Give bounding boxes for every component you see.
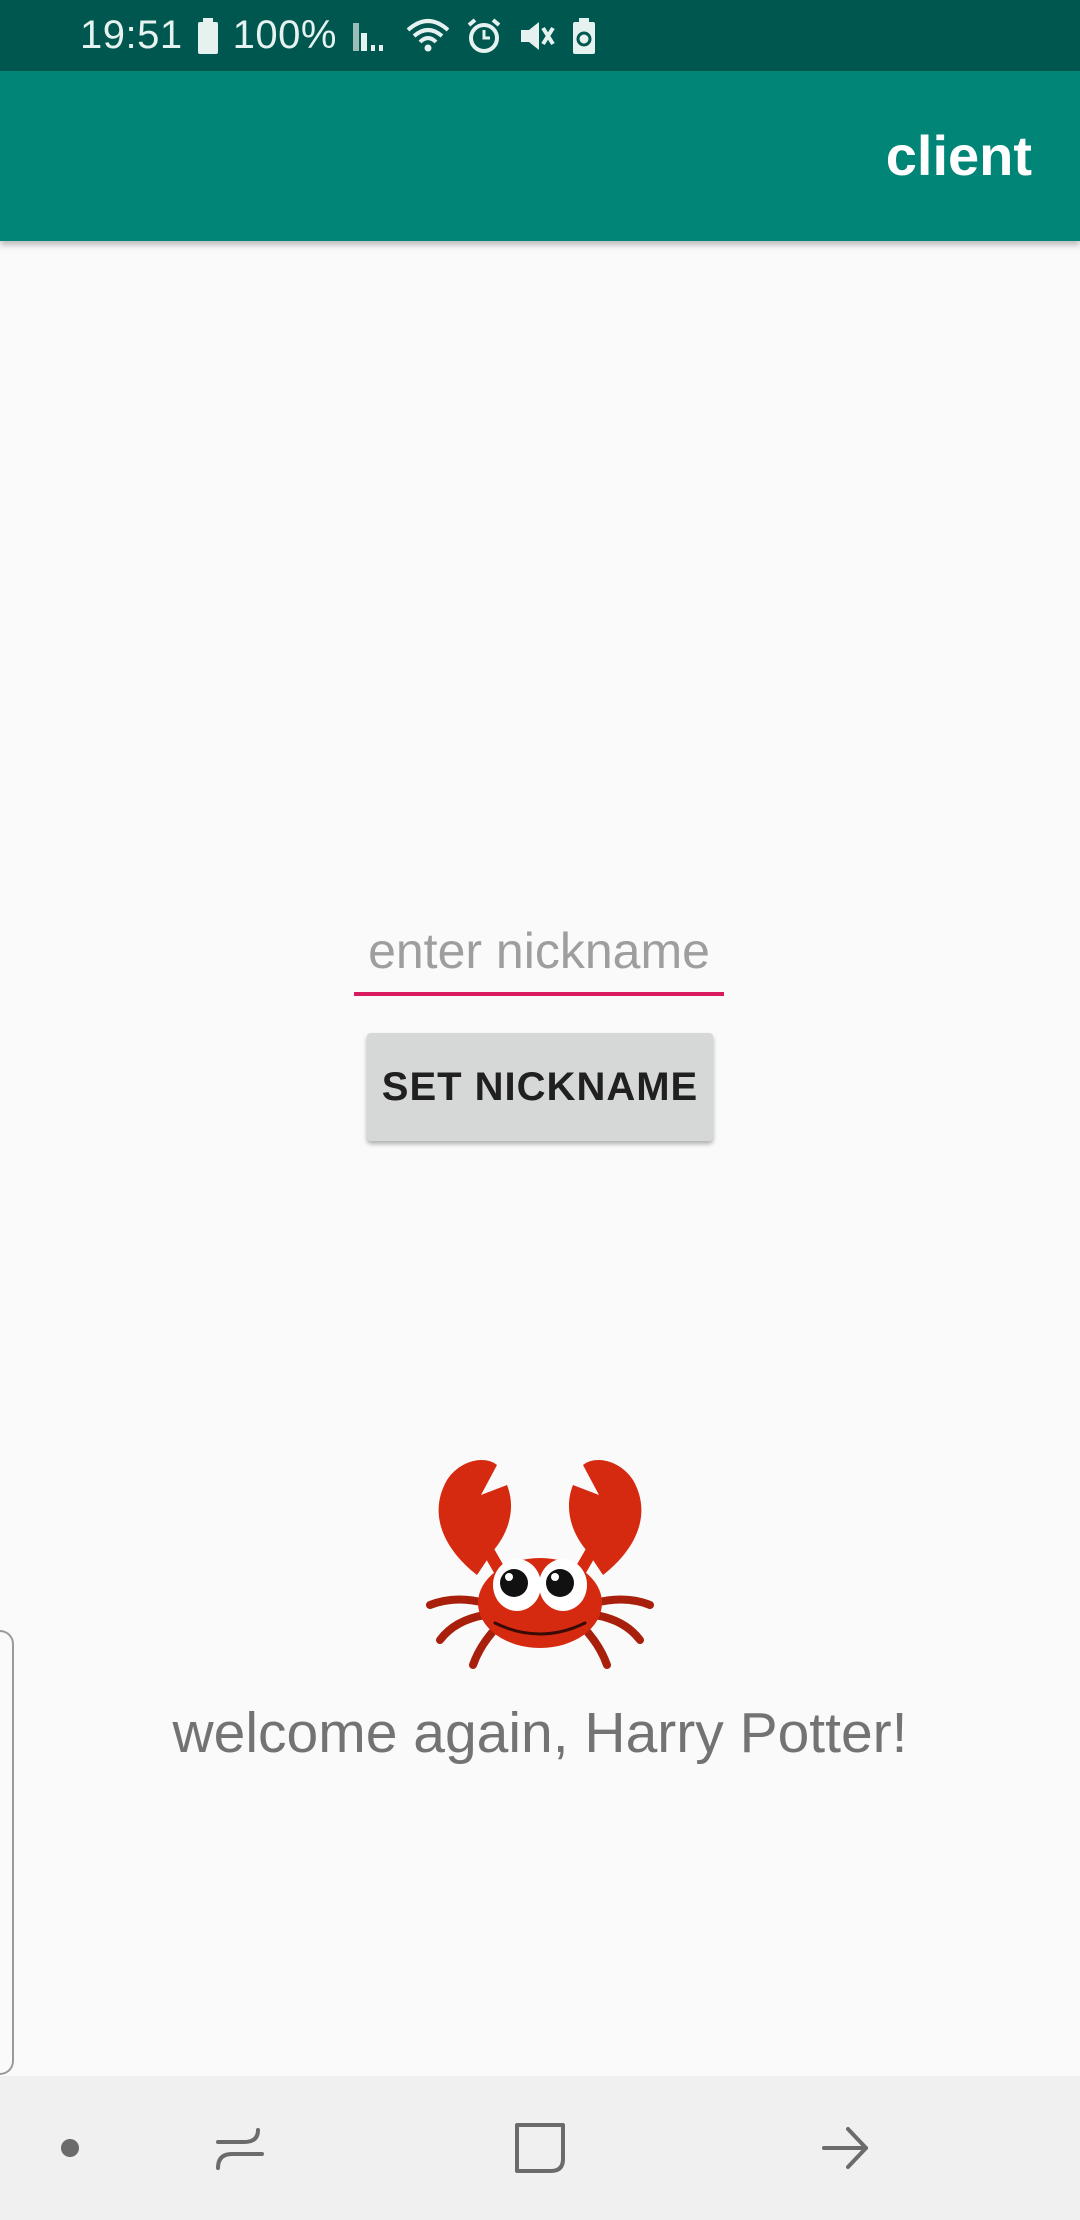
alarm-icon bbox=[465, 17, 503, 55]
wifi-icon bbox=[405, 18, 451, 54]
battery-saver-icon bbox=[571, 17, 597, 54]
signal-icon bbox=[351, 19, 391, 53]
set-nickname-button[interactable]: SET NICKNAME bbox=[367, 1033, 713, 1141]
status-bar: 19:51 100% bbox=[0, 0, 1080, 71]
mute-icon bbox=[517, 18, 557, 54]
app-title: client bbox=[885, 124, 1032, 187]
app-bar: client bbox=[0, 71, 1080, 241]
welcome-message: welcome again, Harry Potter! bbox=[172, 1701, 908, 1765]
navigation-bar bbox=[0, 2076, 1080, 2220]
back-icon[interactable] bbox=[800, 2076, 890, 2220]
crab-icon bbox=[426, 1460, 654, 1669]
home-icon[interactable] bbox=[500, 2076, 580, 2220]
battery-icon bbox=[197, 17, 219, 54]
dot-icon[interactable] bbox=[40, 2076, 100, 2220]
battery-percent: 100% bbox=[232, 13, 337, 57]
recent-apps-icon[interactable] bbox=[200, 2076, 280, 2220]
edge-panel-handle[interactable] bbox=[0, 1630, 14, 2075]
status-time: 19:51 bbox=[80, 13, 183, 57]
nickname-input[interactable] bbox=[354, 910, 724, 996]
